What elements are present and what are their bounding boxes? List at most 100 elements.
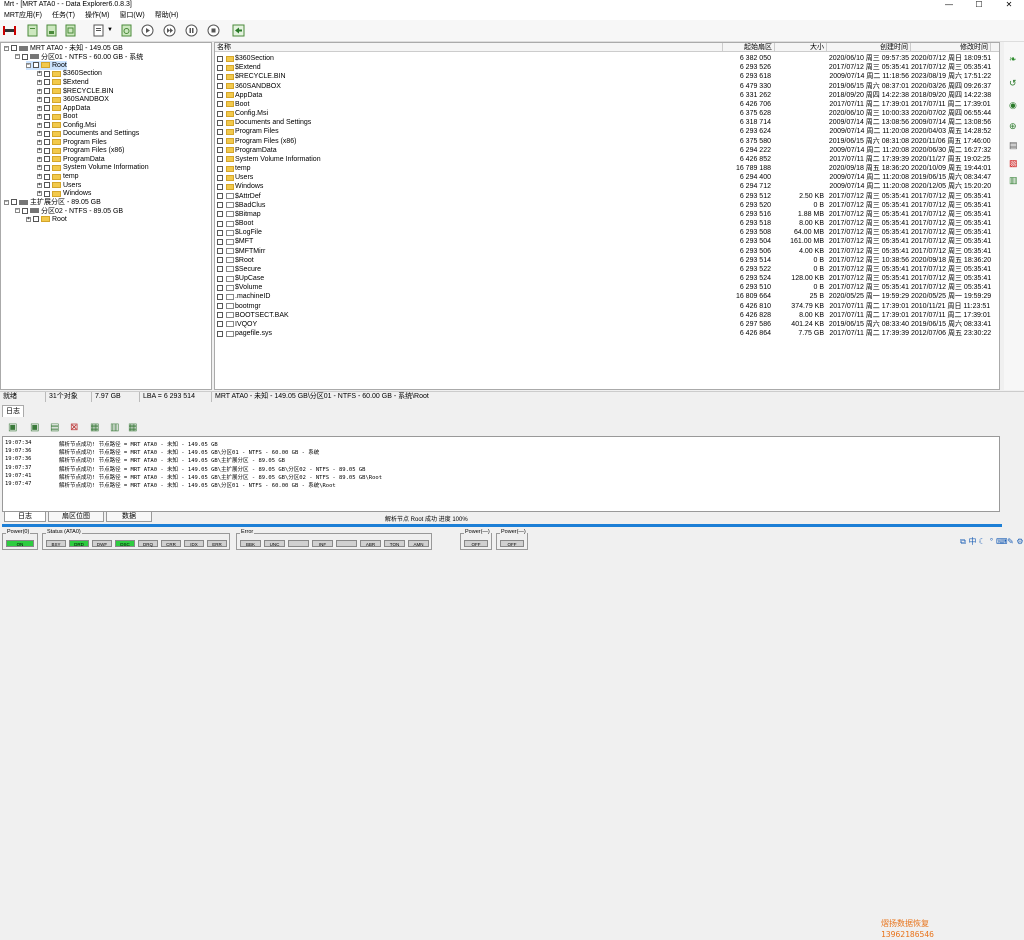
row-checkbox[interactable]	[217, 321, 223, 328]
tab-log[interactable]: 日志	[4, 512, 46, 522]
row-checkbox[interactable]	[217, 165, 223, 172]
tree-checkbox[interactable]	[44, 122, 50, 129]
undo-circle-icon[interactable]: ↺	[1009, 78, 1017, 89]
list-row[interactable]: Program Files 6 293 624 2009/07/14 周二 11:2…	[215, 127, 999, 136]
list-row[interactable]: System Volume Information 6 426 852 2017/0…	[215, 155, 999, 164]
collapse-icon[interactable]: −	[15, 208, 20, 214]
export-log-icon[interactable]: ▤	[50, 422, 59, 433]
list-row[interactable]: Documents and Settings 6 318 714 2009/07/1…	[215, 118, 999, 127]
settings-log-icon[interactable]: ▦	[128, 422, 137, 433]
minimize-button[interactable]: —	[934, 0, 964, 10]
expand-icon[interactable]: +	[37, 148, 42, 154]
tree-node[interactable]: + Documents and Settings	[37, 130, 139, 139]
expand-icon[interactable]: +	[37, 131, 42, 137]
list-row[interactable]: Program Files (x86) 6 375 580 2019/06/15 周…	[215, 137, 999, 146]
row-checkbox[interactable]	[217, 73, 223, 80]
disk-connect-icon[interactable]	[3, 24, 16, 37]
row-checkbox[interactable]	[217, 229, 223, 236]
row-checkbox[interactable]	[217, 92, 223, 99]
row-checkbox[interactable]	[217, 275, 223, 282]
collapse-icon[interactable]: −	[15, 54, 20, 60]
collapse-icon[interactable]: −	[4, 199, 9, 205]
row-checkbox[interactable]	[217, 312, 223, 319]
clear-log-icon[interactable]: ⊠	[70, 422, 78, 433]
filter-log-icon[interactable]: ▦	[90, 422, 99, 433]
expand-icon[interactable]: +	[37, 105, 42, 111]
dropdown-arrow-icon[interactable]: ▼	[107, 27, 113, 33]
tree-checkbox[interactable]	[33, 216, 39, 223]
row-checkbox[interactable]	[217, 110, 223, 117]
tree-checkbox[interactable]	[22, 207, 28, 214]
expand-icon[interactable]: +	[37, 191, 42, 197]
col-size[interactable]: 大小	[775, 43, 827, 52]
row-checkbox[interactable]	[217, 64, 223, 71]
expand-icon[interactable]: +	[37, 79, 42, 85]
tree-node[interactable]: + $360Section	[37, 70, 102, 79]
list-row[interactable]: bootmgr 6 426 810 374.79 KB 2017/07/11 周二 1…	[215, 302, 999, 311]
tray-icon[interactable]: °	[987, 537, 997, 546]
open-image-icon[interactable]	[26, 24, 39, 37]
save-log-icon[interactable]: ▣	[8, 422, 17, 433]
list-row[interactable]: Windows 6 294 712 2009/07/14 周二 11:20:08 20…	[215, 182, 999, 191]
tree-checkbox[interactable]	[33, 62, 39, 69]
tree-node[interactable]: + System Volume Information	[37, 164, 149, 173]
list-row[interactable]: $RECYCLE.BIN 6 293 618 2009/07/14 周二 11:18…	[215, 72, 999, 81]
list-row[interactable]: Users 6 294 400 2009/07/14 周二 11:20:08 2019…	[215, 173, 999, 182]
row-checkbox[interactable]	[217, 138, 223, 145]
expand-icon[interactable]: +	[37, 122, 42, 128]
tree-checkbox[interactable]	[44, 164, 50, 171]
collapse-icon[interactable]: −	[4, 45, 9, 51]
tree-node[interactable]: + ProgramData	[37, 155, 105, 164]
back-icon[interactable]	[232, 24, 245, 37]
tree-checkbox[interactable]	[44, 70, 50, 77]
expand-icon[interactable]: +	[37, 174, 42, 179]
row-checkbox[interactable]	[217, 248, 223, 255]
collapse-icon[interactable]: −	[26, 62, 31, 68]
tree-node[interactable]: + $Extend	[37, 78, 89, 87]
tree-checkbox[interactable]	[44, 105, 50, 112]
tray-icon[interactable]: ⌨	[996, 537, 1008, 546]
tree-node[interactable]: + temp	[37, 172, 79, 181]
list-row[interactable]: $Bitmap 6 293 516 1.88 MB 2017/07/12 周三 05:…	[215, 210, 999, 219]
green-leaf-icon[interactable]: ❧	[1009, 54, 1017, 65]
row-checkbox[interactable]	[217, 174, 223, 181]
tree-checkbox[interactable]	[44, 96, 50, 103]
copy-log-icon[interactable]: ▣	[30, 422, 39, 433]
expand-icon[interactable]: +	[37, 182, 42, 188]
list-row[interactable]: Config.Msi 6 375 628 2020/06/10 周三 10:00:3…	[215, 109, 999, 118]
list-row[interactable]: Boot 6 426 706 2017/07/11 周二 17:39:01 2017/…	[215, 100, 999, 109]
tray-icon[interactable]: ⚙	[1015, 537, 1024, 546]
close-button[interactable]: ✕	[994, 0, 1024, 10]
tree-checkbox[interactable]	[11, 45, 17, 52]
tree-checkbox[interactable]	[44, 139, 50, 146]
row-checkbox[interactable]	[217, 156, 223, 163]
tree-node[interactable]: − 分区01 - NTFS - 60.00 GB - 系统	[15, 53, 143, 62]
expand-icon[interactable]: +	[37, 139, 42, 145]
tree-node[interactable]: + AppData	[37, 104, 90, 113]
row-checkbox[interactable]	[217, 211, 223, 218]
tree-checkbox[interactable]	[44, 173, 50, 180]
list-row[interactable]: $MFTMirr 6 293 506 4.00 KB 2017/07/12 周三 05…	[215, 247, 999, 256]
col-name[interactable]: 名称	[215, 43, 723, 52]
row-checkbox[interactable]	[217, 119, 223, 126]
list-row[interactable]: $Extend 6 293 526 2017/07/12 周三 05:35:41 20…	[215, 63, 999, 72]
list-row[interactable]: $UpCase 6 293 524 128.00 KB 2017/07/12 周三 0…	[215, 274, 999, 283]
up-circle-icon[interactable]: ⊕	[1009, 121, 1017, 132]
row-checkbox[interactable]	[217, 183, 223, 190]
tree-node[interactable]: − 分区02 - NTFS - 89.05 GB	[15, 206, 123, 215]
tree-checkbox[interactable]	[44, 113, 50, 120]
tree-checkbox[interactable]	[44, 190, 50, 197]
save-image-icon[interactable]	[45, 24, 58, 37]
tree-node[interactable]: + Program Files (x86)	[37, 147, 124, 156]
tray-icon[interactable]: ✎	[1006, 537, 1016, 546]
menu-window[interactable]: 窗口(W)	[119, 10, 144, 20]
list-row[interactable]: $AttrDef 6 293 512 2.50 KB 2017/07/12 周三 05…	[215, 192, 999, 201]
list-row[interactable]: $Secure 6 293 522 0 B 2017/07/12 周三 05:35:4…	[215, 265, 999, 274]
list-row[interactable]: $Root 6 293 514 0 B 2017/07/12 周三 10:38:56 2…	[215, 256, 999, 265]
tray-icon[interactable]: ☾	[977, 537, 987, 546]
menu-task[interactable]: 任务(T)	[52, 10, 75, 20]
play-icon[interactable]	[141, 24, 154, 37]
row-checkbox[interactable]	[217, 202, 223, 209]
list-row[interactable]: IVQOY 6 297 586 401.24 KB 2019/06/15 周六 08:…	[215, 320, 999, 329]
page-icon[interactable]: ▤	[1009, 140, 1018, 151]
